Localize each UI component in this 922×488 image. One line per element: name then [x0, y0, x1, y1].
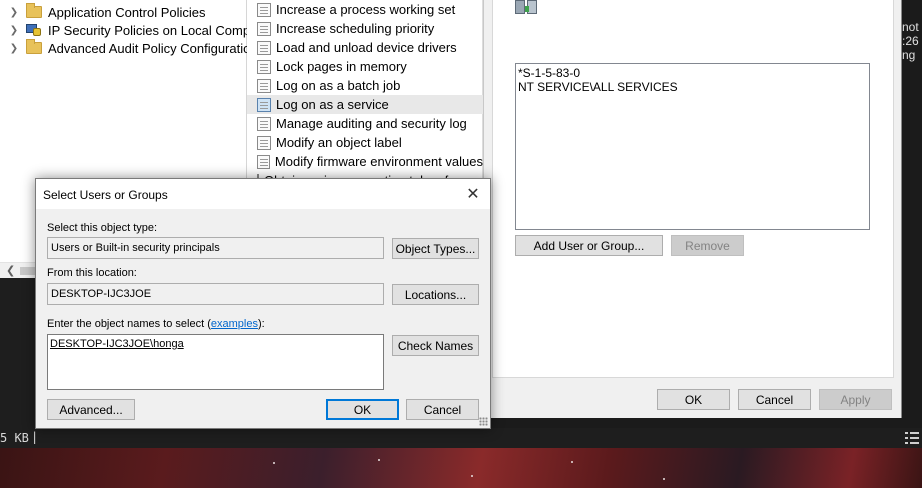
policy-list-pane: Increase a process working set Increase … [247, 0, 483, 188]
edge-text-line: ng [902, 48, 916, 62]
chevron-right-icon[interactable]: ❯ [8, 7, 20, 18]
tree-item-advanced-audit[interactable]: ❯ Advanced Audit Policy Configuration [8, 39, 258, 57]
location-label: From this location: [47, 267, 137, 279]
policy-item-label: Log on as a batch job [276, 78, 401, 93]
policy-icon [257, 78, 271, 93]
tree-item-label: IP Security Policies on Local Compute [48, 22, 269, 38]
edge-text-line: :26 [902, 34, 919, 48]
resize-grip-icon[interactable] [479, 417, 488, 426]
folder-icon [26, 3, 42, 18]
policy-item[interactable]: Increase a process working set [247, 0, 483, 19]
policy-item[interactable]: Increase scheduling priority [247, 19, 483, 38]
policy-item-label: Modify firmware environment values [274, 154, 483, 169]
policy-item-label: Manage auditing and security log [276, 116, 467, 131]
object-name-value: DESKTOP-IJC3JOE\honga [50, 338, 184, 350]
policy-item-label: Increase scheduling priority [276, 21, 435, 36]
location-field: DESKTOP-IJC3JOE [47, 283, 384, 305]
list-view-icon[interactable] [905, 432, 919, 444]
policy-item[interactable]: Load and unload device drivers [247, 38, 483, 57]
scroll-left-arrow-icon[interactable]: ❮ [6, 264, 15, 277]
chevron-right-icon[interactable]: ❯ [8, 43, 20, 54]
policy-icon [257, 116, 271, 131]
policy-icon [257, 154, 270, 169]
status-separator: | [31, 430, 39, 444]
tree-item-label: Application Control Policies [48, 4, 206, 20]
edge-text-line: not [902, 20, 919, 34]
policy-item[interactable]: Modify an object label [247, 133, 483, 152]
properties-tab-page: *S-1-5-83-0 NT SERVICE\ALL SERVICES Add … [492, 0, 894, 378]
cancel-button[interactable]: Cancel [738, 389, 811, 410]
policy-icon [257, 40, 271, 55]
wallpaper-star [571, 461, 573, 463]
policy-properties-dialog: *S-1-5-83-0 NT SERVICE\ALL SERVICES Add … [483, 0, 902, 418]
wallpaper-star [378, 459, 380, 461]
server-icon [515, 0, 541, 14]
ok-button[interactable]: OK [657, 389, 730, 410]
desktop-wallpaper [0, 448, 922, 488]
policy-item[interactable]: Log on as a batch job [247, 76, 483, 95]
policy-icon [257, 97, 271, 112]
policy-icon [257, 21, 271, 36]
add-user-or-group-button[interactable]: Add User or Group... [515, 235, 663, 256]
policy-icon [257, 59, 271, 74]
dialog-title: Select Users or Groups [43, 188, 168, 202]
policy-item[interactable]: Modify firmware environment values [247, 152, 483, 171]
object-names-label: Enter the object names to select (exampl… [47, 318, 265, 330]
policy-icon [257, 135, 271, 150]
object-types-button[interactable]: Object Types... [392, 238, 479, 259]
policy-item[interactable]: Lock pages in memory [247, 57, 483, 76]
policy-item-label: Modify an object label [276, 135, 402, 150]
file-size-text: 5 KB [0, 431, 29, 445]
dialog-cancel-button[interactable]: Cancel [406, 399, 479, 420]
folder-icon [26, 39, 42, 54]
policy-item-label: Increase a process working set [276, 2, 456, 17]
object-names-input[interactable]: DESKTOP-IJC3JOE\honga [47, 334, 384, 390]
close-icon[interactable]: ✕ [456, 179, 490, 209]
ip-security-icon [26, 23, 42, 37]
wallpaper-star [273, 462, 275, 464]
examples-link[interactable]: examples [211, 318, 258, 330]
chevron-right-icon[interactable]: ❯ [8, 25, 20, 36]
policy-item-label: Lock pages in memory [276, 59, 407, 74]
apply-button[interactable]: Apply [819, 389, 892, 410]
advanced-button[interactable]: Advanced... [47, 399, 135, 420]
object-names-label-suffix: ): [257, 318, 265, 330]
policy-item-selected[interactable]: Log on as a service [247, 95, 483, 114]
tree-item-label: Advanced Audit Policy Configuration [48, 40, 258, 56]
policy-icon [257, 2, 271, 17]
account-entry[interactable]: NT SERVICE\ALL SERVICES [518, 80, 867, 94]
object-type-field: Users or Built-in security principals [47, 237, 384, 259]
accounts-list[interactable]: *S-1-5-83-0 NT SERVICE\ALL SERVICES [515, 63, 870, 230]
account-entry[interactable]: *S-1-5-83-0 [518, 66, 867, 80]
locations-button[interactable]: Locations... [392, 284, 479, 305]
background-window-text: not :26 ng [902, 20, 922, 62]
policy-item-label: Log on as a service [276, 97, 389, 112]
tree-item-ip-security[interactable]: ❯ IP Security Policies on Local Compute [8, 21, 268, 39]
remove-button[interactable]: Remove [671, 235, 744, 256]
check-names-button[interactable]: Check Names [392, 335, 479, 356]
dialog-ok-button[interactable]: OK [326, 399, 399, 420]
wallpaper-star [471, 475, 473, 477]
select-users-or-groups-dialog: Select Users or Groups ✕ Select this obj… [35, 178, 491, 429]
policy-item[interactable]: Manage auditing and security log [247, 114, 483, 133]
status-bar: 5 KB | [0, 428, 922, 448]
object-names-label-text: Enter the object names to select ( [47, 318, 211, 330]
wallpaper-star [663, 478, 665, 480]
object-type-label: Select this object type: [47, 222, 158, 234]
dialog-titlebar[interactable]: Select Users or Groups ✕ [36, 179, 490, 209]
tree-item-application-control[interactable]: ❯ Application Control Policies [8, 3, 206, 21]
policy-item-label: Load and unload device drivers [276, 40, 457, 55]
